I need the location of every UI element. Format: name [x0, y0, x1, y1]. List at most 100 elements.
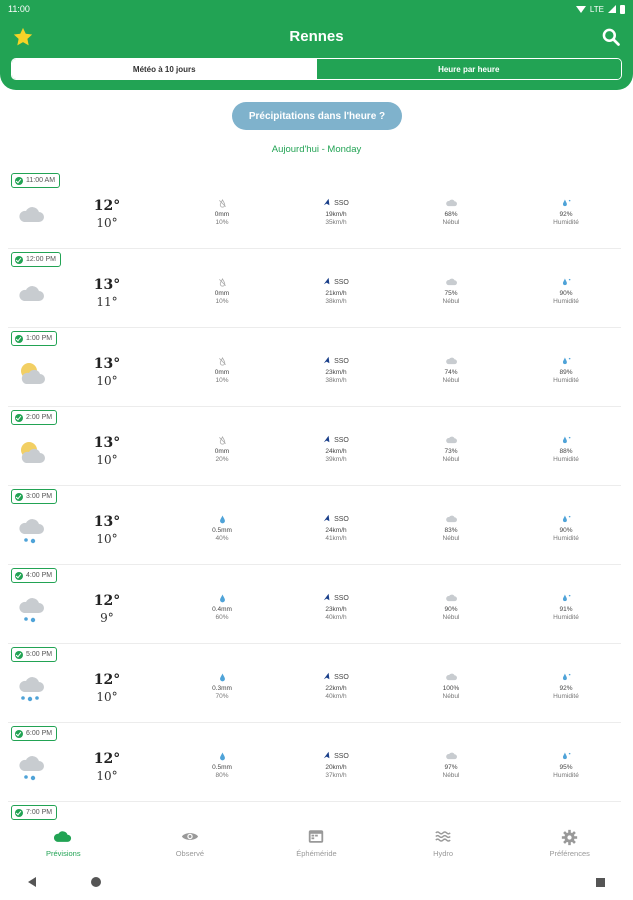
wind-speed: 19km/h — [325, 211, 347, 218]
humidity-value: 88% — [559, 448, 573, 455]
cloud-metric: 68% Nébul — [421, 198, 481, 227]
precip-amount: 0mm — [214, 448, 230, 455]
wind-metric: SSO 20km/h 37km/h — [306, 751, 366, 780]
wind-direction: SSO — [334, 278, 349, 286]
hour-row[interactable]: 5:00 PM 12° 10° 0.3mm 70% SSO 22km/h 40k… — [0, 644, 633, 723]
waves-icon — [434, 829, 452, 845]
cloud-label: Nébul — [442, 535, 460, 542]
temp-min: 10° — [96, 453, 118, 467]
gear-icon — [561, 829, 579, 845]
humidity-label: Humidité — [553, 772, 579, 779]
rain-drop-icon — [192, 593, 252, 603]
rain-drop-icon — [192, 751, 252, 761]
temp-min: 10° — [96, 690, 118, 704]
small-cloud-icon — [421, 198, 481, 208]
eye-icon — [181, 829, 199, 845]
hour-time: 6:00 PM — [26, 730, 53, 737]
humidity-metric: 95% Humidité — [536, 751, 596, 780]
wind-arrow-icon — [323, 751, 331, 761]
hour-time: 4:00 PM — [26, 572, 53, 579]
humidity-label: Humidité — [553, 535, 579, 542]
wind-metric: SSO 21km/h 38km/h — [306, 277, 366, 306]
hour-row[interactable]: 1:00 PM 13° 10° 0mm 10% SSO 23km/h 38km/… — [0, 328, 633, 407]
heavy-rain-cloud-icon — [16, 674, 46, 704]
humidity-label: Humidité — [553, 219, 579, 226]
nav-item-hydro[interactable]: Hydro — [380, 822, 507, 864]
hourly-forecast-list[interactable]: 11:00 AM 12° 10° 0mm 10% SSO 19km/h 35km… — [0, 170, 633, 824]
temp-min: 9° — [100, 611, 114, 625]
hour-row[interactable]: 4:00 PM 12° 9° 0.4mm 60% SSO 23km/h 40km… — [0, 565, 633, 644]
hour-row[interactable]: 2:00 PM 13° 10° 0mm 20% SSO 24km/h 39km/… — [0, 407, 633, 486]
nav-item-observe[interactable]: Observé — [127, 822, 254, 864]
temp-max: 12° — [93, 198, 121, 214]
rain-drop-icon — [192, 514, 252, 524]
nav-item-previsions[interactable]: Prévisions — [0, 822, 127, 864]
small-cloud-icon — [421, 356, 481, 366]
hour-time: 12:00 PM — [26, 256, 56, 263]
sun-cloud-icon — [16, 437, 46, 467]
wind-direction: SSO — [334, 752, 349, 760]
rain-cloud-icon — [16, 595, 46, 625]
hour-time: 11:00 AM — [26, 177, 56, 184]
tab-hourly[interactable]: Heure par heure — [316, 59, 621, 79]
hour-row[interactable]: 6:00 PM 12° 10° 0.5mm 80% SSO 20km/h 37k… — [0, 723, 633, 802]
humidity-value: 95% — [559, 764, 573, 771]
wind-metric: SSO 23km/h 40km/h — [306, 593, 366, 622]
back-icon[interactable] — [28, 877, 36, 887]
time-badge: 4:00 PM — [11, 568, 58, 583]
bottom-nav: Prévisions Observé Éphéméride Hydro Préf… — [0, 822, 633, 864]
temp-max: 13° — [93, 356, 121, 372]
precip-metric: 0.4mm 60% — [192, 593, 252, 622]
time-badge: 11:00 AM — [11, 173, 61, 188]
small-cloud-icon — [421, 514, 481, 524]
nav-item-ephemeride[interactable]: Éphéméride — [253, 822, 380, 864]
precip-metric: 0.5mm 80% — [192, 751, 252, 780]
temp-min: 10° — [96, 216, 118, 230]
hour-row[interactable]: 3:00 PM 13° 10° 0.5mm 40% SSO 24km/h 41k… — [0, 486, 633, 565]
hour-row[interactable]: 11:00 AM 12° 10° 0mm 10% SSO 19km/h 35km… — [0, 170, 633, 249]
rain-cloud-icon — [16, 753, 46, 783]
cloud-metric: 100% Nébul — [421, 672, 481, 701]
humidity-value: 91% — [559, 606, 573, 613]
humidity-value: 92% — [559, 211, 573, 218]
hour-row[interactable]: 7:00 PM — [0, 802, 633, 824]
recent-apps-icon[interactable] — [596, 877, 605, 887]
precip-probability: 40% — [215, 535, 229, 542]
no-rain-icon — [192, 356, 252, 366]
temp-max: 12° — [93, 593, 121, 609]
no-rain-icon — [192, 198, 252, 208]
wind-metric: SSO 24km/h 41km/h — [306, 514, 366, 543]
hour-row[interactable]: 12:00 PM 13° 11° 0mm 10% SSO 21km/h 38km… — [0, 249, 633, 328]
cloud-cover: 90% — [444, 606, 458, 613]
check-icon — [15, 729, 23, 738]
wind-metric: SSO 24km/h 39km/h — [306, 435, 366, 464]
wind-gust: 38km/h — [325, 377, 347, 384]
cloud-cover: 100% — [442, 685, 460, 692]
nav-label: Observé — [175, 848, 205, 858]
time-badge: 7:00 PM — [11, 805, 58, 820]
cloud-cover: 68% — [444, 211, 458, 218]
calendar-icon — [307, 829, 325, 845]
humidity-label: Humidité — [553, 377, 579, 384]
tab-10-days[interactable]: Météo à 10 jours — [12, 59, 317, 79]
hour-time: 2:00 PM — [26, 414, 53, 421]
precip-metric: 0mm 20% — [192, 435, 252, 464]
time-badge: 5:00 PM — [11, 647, 58, 662]
wind-arrow-icon — [323, 356, 331, 366]
precip-amount: 0.5mm — [212, 764, 232, 771]
wind-metric: SSO 23km/h 38km/h — [306, 356, 366, 385]
view-tabs: Météo à 10 jours Heure par heure — [11, 58, 622, 80]
wind-metric: SSO 19km/h 35km/h — [306, 198, 366, 227]
humidity-metric: 90% Humidité — [536, 277, 596, 306]
hour-time: 1:00 PM — [26, 335, 53, 342]
home-icon[interactable] — [91, 877, 101, 887]
time-badge: 1:00 PM — [11, 331, 58, 346]
precip-amount: 0.5mm — [212, 527, 232, 534]
search-icon[interactable] — [601, 27, 621, 47]
nav-item-preferences[interactable]: Préférences — [506, 822, 633, 864]
cloud-nav-icon — [54, 829, 72, 845]
rain-drop-icon — [192, 672, 252, 682]
precipitation-hour-button[interactable]: Précipitations dans l'heure ? — [232, 102, 402, 130]
humidity-metric: 89% Humidité — [536, 356, 596, 385]
wind-arrow-icon — [323, 672, 331, 682]
